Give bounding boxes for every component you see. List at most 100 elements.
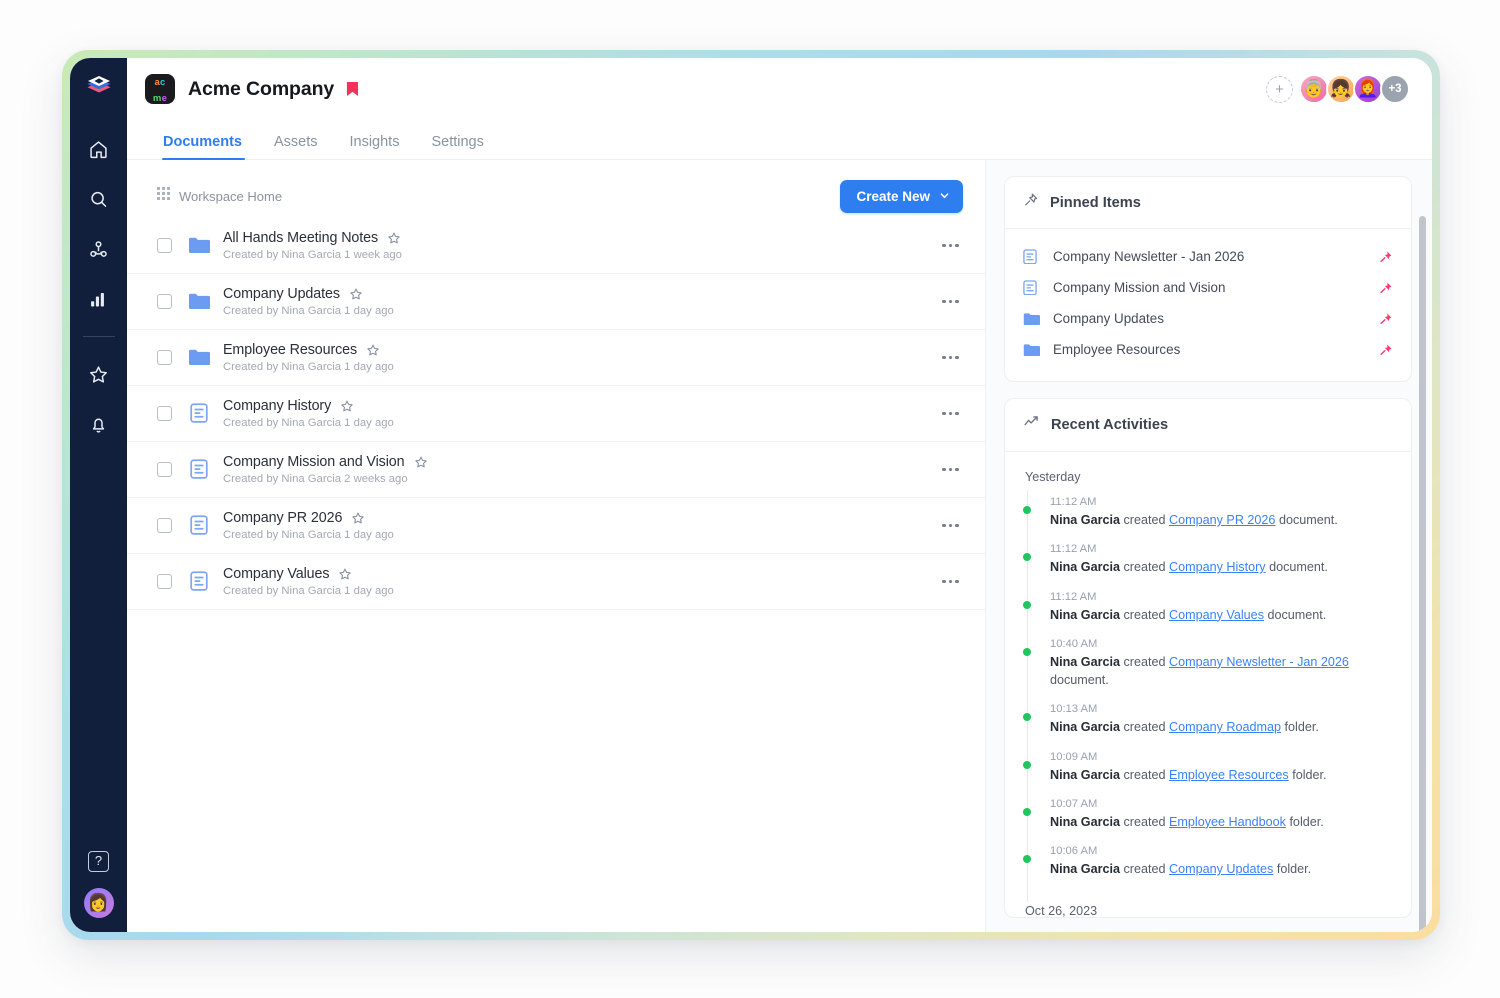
row-more-menu[interactable] <box>938 406 963 422</box>
pin-icon[interactable] <box>1379 250 1393 264</box>
row-checkbox[interactable] <box>157 350 172 365</box>
star-icon[interactable] <box>338 567 352 581</box>
activity-item: 11:12 AM Nina Garcia created Company PR 2… <box>1023 496 1393 543</box>
create-new-button[interactable]: Create New <box>840 179 963 213</box>
table-row[interactable]: Employee Resources Created by Nina Garcia… <box>127 330 985 386</box>
activity-verb: created <box>1123 513 1166 527</box>
row-checkbox[interactable] <box>157 462 172 477</box>
activity-time: 10:06 AM <box>1050 845 1098 857</box>
activity-verb: created <box>1123 654 1166 669</box>
row-subtitle: Created by Nina Garcia 1 week ago <box>223 249 402 261</box>
more-members-badge[interactable]: +3 <box>1380 74 1410 104</box>
list-item[interactable]: Company Mission and Vision <box>1023 272 1393 303</box>
row-more-menu[interactable] <box>938 574 963 590</box>
row-more-menu[interactable] <box>938 238 963 254</box>
star-icon[interactable] <box>387 231 401 245</box>
activity-actor: Nina Garcia <box>1050 513 1120 527</box>
activity-link[interactable]: Company PR 2026 <box>1169 513 1275 527</box>
activity-link[interactable]: Company Updates <box>1169 862 1273 876</box>
list-item[interactable]: Company Updates <box>1023 303 1393 334</box>
recent-activities-card: Recent Activities Yesterday 11:12 AM Nina … <box>1004 398 1412 918</box>
tab-settings[interactable]: Settings <box>415 134 499 159</box>
row-more-menu[interactable] <box>938 462 963 478</box>
star-icon[interactable] <box>351 511 365 525</box>
pinned-items-list: Company Newsletter - Jan 2026 Company Mis… <box>1005 229 1411 381</box>
activity-link[interactable]: Employee Handbook <box>1169 815 1286 829</box>
row-checkbox[interactable] <box>157 574 172 589</box>
tab-assets[interactable]: Assets <box>258 134 334 159</box>
avatar[interactable]: 👩‍🦰 <box>1353 74 1383 104</box>
list-item[interactable]: Company Newsletter - Jan 2026 <box>1023 241 1393 272</box>
sidebar-item-notifications[interactable] <box>80 407 118 441</box>
activity-group: 11:12 AM Nina Garcia created Company PR 2… <box>1023 490 1393 903</box>
layers-logo[interactable] <box>79 70 119 110</box>
star-icon[interactable] <box>349 287 363 301</box>
row-checkbox[interactable] <box>157 238 172 253</box>
star-icon[interactable] <box>414 455 428 469</box>
avatar[interactable]: 👵 <box>1299 74 1329 104</box>
list-item[interactable]: Employee Resources <box>1023 334 1393 365</box>
activity-actor: Nina Garcia <box>1050 607 1120 622</box>
activity-text: Nina Garcia created Company Roadmap fold… <box>1050 718 1393 736</box>
page-root: ? 👩 ac me Acme Company + 👵 👧 <box>0 0 1500 998</box>
row-more-menu[interactable] <box>938 294 963 310</box>
create-new-label: Create New <box>856 188 930 204</box>
sidebar-item-share[interactable] <box>80 232 118 266</box>
table-row[interactable]: All Hands Meeting Notes Created by Nina G… <box>127 218 985 274</box>
table-row[interactable]: Company Values Created by Nina Garcia 1 d… <box>127 554 985 610</box>
activity-actor: Nina Garcia <box>1050 767 1120 782</box>
sidebar-item-favorites[interactable] <box>80 357 118 391</box>
tab-insights[interactable]: Insights <box>333 134 415 159</box>
activity-status-dot <box>1023 807 1031 816</box>
breadcrumb[interactable]: Workspace Home <box>157 187 282 205</box>
pin-icon[interactable] <box>1379 281 1393 295</box>
sidebar-item-search[interactable] <box>80 182 118 216</box>
avatar[interactable]: 👩 <box>83 888 114 918</box>
row-more-menu[interactable] <box>938 350 963 366</box>
logo-letter-e: e <box>161 93 168 104</box>
row-text: All Hands Meeting Notes Created by Nina G… <box>223 230 402 261</box>
activity-item: 11:12 AM Nina Garcia created Company Valu… <box>1023 591 1393 638</box>
tab-bar: Documents Assets Insights Settings <box>127 120 1432 160</box>
star-icon[interactable] <box>366 343 380 357</box>
rail-divider <box>82 336 115 337</box>
pin-icon[interactable] <box>1379 343 1393 357</box>
pin-icon[interactable] <box>1379 312 1393 326</box>
table-row[interactable]: Company PR 2026 Created by Nina Garcia 1 … <box>127 498 985 554</box>
sidebar-item-home[interactable] <box>80 132 118 166</box>
activity-link[interactable]: Company Roadmap <box>1169 720 1281 734</box>
activity-time: 10:09 AM <box>1050 750 1098 763</box>
grid-icon <box>157 187 170 205</box>
table-row[interactable]: Company History Created by Nina Garcia 1 … <box>127 386 985 442</box>
list-item-label: Company Mission and Vision <box>1053 280 1226 295</box>
activity-time: 10:07 AM <box>1050 797 1098 810</box>
documents-toolbar: Workspace Home Create New <box>127 160 985 216</box>
add-member-button[interactable]: + <box>1266 75 1293 103</box>
vertical-scrollbar[interactable] <box>1419 216 1426 932</box>
activity-link[interactable]: Company Newsletter - Jan 2026 <box>1169 655 1349 669</box>
activity-link[interactable]: Employee Resources <box>1169 768 1289 782</box>
content-body: Workspace Home Create New All Hands Meet… <box>127 160 1432 932</box>
activity-link[interactable]: Company Values <box>1169 608 1264 622</box>
sidebar-item-analytics[interactable] <box>80 282 118 316</box>
row-subtitle: Created by Nina Garcia 1 day ago <box>223 529 394 541</box>
row-text: Employee Resources Created by Nina Garcia… <box>223 342 394 373</box>
table-row[interactable]: Company Updates Created by Nina Garcia 1 … <box>127 274 985 330</box>
bookmark-icon[interactable] <box>346 81 359 97</box>
avatar[interactable]: 👧 <box>1326 74 1356 104</box>
row-more-menu[interactable] <box>938 518 963 534</box>
star-icon[interactable] <box>340 399 354 413</box>
table-row[interactable]: Company Mission and Vision Created by Nin… <box>127 442 985 498</box>
row-title: Company Values <box>223 566 330 582</box>
help-icon[interactable]: ? <box>88 851 109 872</box>
app-window: ? 👩 ac me Acme Company + 👵 👧 <box>70 58 1432 932</box>
chevron-down-icon <box>939 189 950 204</box>
activity-line-icon <box>1023 414 1040 436</box>
activity-time: 11:12 AM <box>1050 543 1097 556</box>
row-checkbox[interactable] <box>157 294 172 309</box>
list-item-label: Company Newsletter - Jan 2026 <box>1053 249 1245 264</box>
row-checkbox[interactable] <box>157 518 172 533</box>
tab-documents[interactable]: Documents <box>149 134 258 160</box>
activity-link[interactable]: Company History <box>1169 560 1266 574</box>
row-checkbox[interactable] <box>157 406 172 421</box>
